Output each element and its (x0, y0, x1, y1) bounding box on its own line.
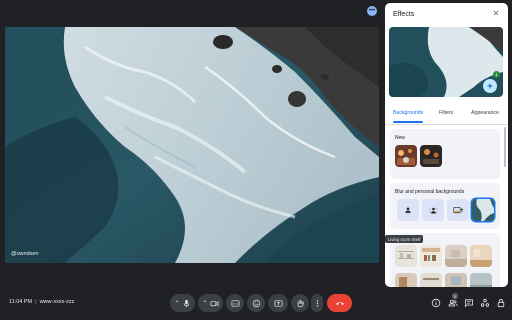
activities-icon (480, 298, 490, 307)
separator: | (35, 299, 37, 305)
tab-backgrounds[interactable]: Backgrounds (393, 110, 423, 116)
panel-title: Effects (393, 11, 415, 18)
more-options-icon[interactable]: ••• (367, 6, 377, 16)
divider (385, 124, 508, 125)
microphone-button[interactable]: ⌃ (170, 294, 195, 312)
selected-background-button[interactable] (472, 199, 494, 221)
self-preview: 1 (389, 27, 503, 97)
background-option-living-room-shelf[interactable] (395, 245, 417, 267)
background-thumbnail (445, 273, 467, 287)
info-button[interactable] (430, 297, 442, 309)
meeting-code: www-xxxx-zzz (39, 299, 75, 305)
background-thumbnail (420, 273, 442, 287)
chevron-up-icon[interactable]: ⌃ (202, 300, 207, 307)
upload-background-button[interactable] (447, 199, 469, 221)
participants-count-badge: 1 (452, 293, 458, 299)
tab-appearance[interactable]: Appearance (471, 110, 499, 116)
present-button[interactable] (268, 294, 288, 312)
emoji-icon (252, 299, 260, 307)
more-options-button[interactable] (311, 294, 323, 312)
background-option-row2-3[interactable] (445, 273, 467, 287)
sparkle-icon (486, 82, 494, 90)
host-controls-button[interactable] (495, 297, 507, 309)
background-option-bookshelf[interactable] (420, 245, 442, 267)
video-stage: @owndsen (5, 27, 379, 263)
raise-hand-button[interactable] (291, 294, 309, 312)
microphone-icon (183, 299, 189, 307)
host-controls-icon (497, 298, 505, 308)
background-thumbnail (420, 145, 442, 167)
ocean-video-frame (5, 27, 379, 263)
background-thumbnail (395, 273, 417, 287)
image-upload-icon (453, 206, 463, 213)
person-icon (405, 207, 411, 213)
section-blur-and-personal-backgrounds: Blur and personal backgrounds (390, 183, 500, 229)
bottom-toolbar: 11:04 PM | www-xxxx-zzz ⌃ ⌃ (0, 292, 512, 316)
background-thumbnail (395, 145, 417, 167)
chat-button[interactable] (463, 297, 475, 309)
section-title-blur: Blur and personal backgrounds (395, 189, 465, 195)
section-title-new: New (395, 135, 406, 141)
activities-button[interactable] (479, 297, 491, 309)
background-thumbnail (470, 245, 492, 267)
clock-time: 11:04 PM (9, 299, 33, 305)
effects-tabs: Backgrounds Filters Appearance (385, 107, 508, 123)
background-thumbnail (395, 245, 417, 267)
present-icon (274, 299, 282, 307)
active-tab-indicator (393, 121, 423, 123)
chevron-up-icon[interactable]: ⌃ (174, 300, 179, 307)
background-thumbnail (470, 273, 492, 287)
participant-name: @owndsen (11, 251, 39, 257)
background-thumbnail (472, 199, 494, 221)
applied-effects-count: 1 (493, 71, 500, 78)
meeting-info: 11:04 PM | www-xxxx-zzz (9, 299, 74, 305)
camera-button[interactable]: ⌃ (198, 294, 223, 312)
end-call-button[interactable] (327, 294, 352, 312)
background-thumbnail (445, 245, 467, 267)
background-tooltip: Living room shelf (385, 235, 424, 243)
effects-badge[interactable] (483, 79, 497, 93)
captions-button[interactable] (226, 294, 244, 312)
captions-icon (231, 299, 239, 307)
raise-hand-icon (297, 299, 304, 307)
background-option-row2-1[interactable] (395, 273, 417, 287)
slight-blur-button[interactable] (422, 199, 444, 221)
chat-icon (465, 299, 473, 308)
no-effect-button[interactable] (397, 199, 419, 221)
section-new: New (390, 129, 500, 179)
background-option-warm-room[interactable] (470, 245, 492, 267)
more-vert-icon (316, 299, 318, 307)
emoji-button[interactable] (247, 294, 265, 312)
background-option-room[interactable] (445, 245, 467, 267)
info-icon (431, 298, 441, 308)
close-icon[interactable]: ✕ (492, 10, 500, 18)
camera-icon (210, 300, 218, 306)
end-call-icon (335, 302, 344, 305)
panel-scrollbar[interactable] (504, 127, 506, 167)
background-option-row2-4[interactable] (470, 273, 492, 287)
background-option-row2-2[interactable] (420, 273, 442, 287)
background-option-new-1[interactable] (395, 145, 417, 167)
people-icon (448, 299, 458, 307)
background-thumbnail (420, 245, 442, 267)
effects-panel: Effects ✕ 1 Backgrounds Filters Appearan… (385, 3, 508, 287)
blur-person-icon (429, 207, 437, 214)
background-option-new-2[interactable] (420, 145, 442, 167)
tab-filters[interactable]: Filters (439, 110, 453, 116)
